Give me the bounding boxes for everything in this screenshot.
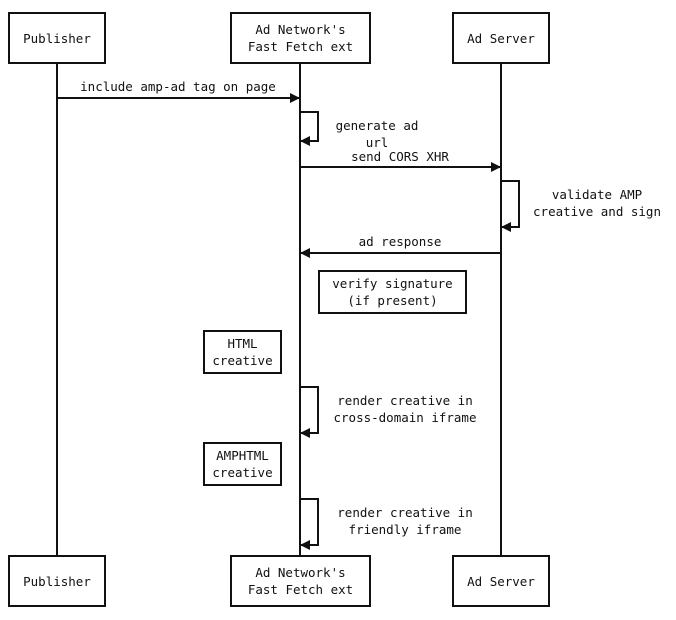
message-label-validate-amp: validate AMP creative and sign xyxy=(533,187,661,219)
message-label-include-amp-ad: include amp-ad tag on page xyxy=(80,79,276,94)
participant-adserver-bottom: Ad Server xyxy=(452,555,550,607)
note-verify-signature: verify signature (if present) xyxy=(318,270,467,314)
participant-publisher-top: Publisher xyxy=(8,12,106,64)
message-label-generate-ad-url: generate ad url xyxy=(335,118,419,150)
message-label-render-cross-domain: render creative in cross-domain iframe xyxy=(333,393,477,425)
message-label-send-cors-xhr: send CORS XHR xyxy=(351,149,449,164)
participant-adnetwork-top: Ad Network's Fast Fetch ext xyxy=(230,12,371,64)
arrow-render-cross-domain xyxy=(300,386,319,438)
participant-adnetwork-bottom: Ad Network's Fast Fetch ext xyxy=(230,555,371,607)
arrow-validate-amp xyxy=(501,180,520,232)
arrow-render-friendly xyxy=(300,498,319,550)
message-label-render-friendly: render creative in friendly iframe xyxy=(337,505,473,537)
message-label-ad-response: ad response xyxy=(358,234,442,249)
note-html-creative: HTML creative xyxy=(203,330,282,374)
participant-adserver-top: Ad Server xyxy=(452,12,550,64)
arrow-generate-ad-url xyxy=(300,111,319,146)
note-amphtml-creative: AMPHTML creative xyxy=(203,442,282,486)
participant-publisher-bottom: Publisher xyxy=(8,555,106,607)
